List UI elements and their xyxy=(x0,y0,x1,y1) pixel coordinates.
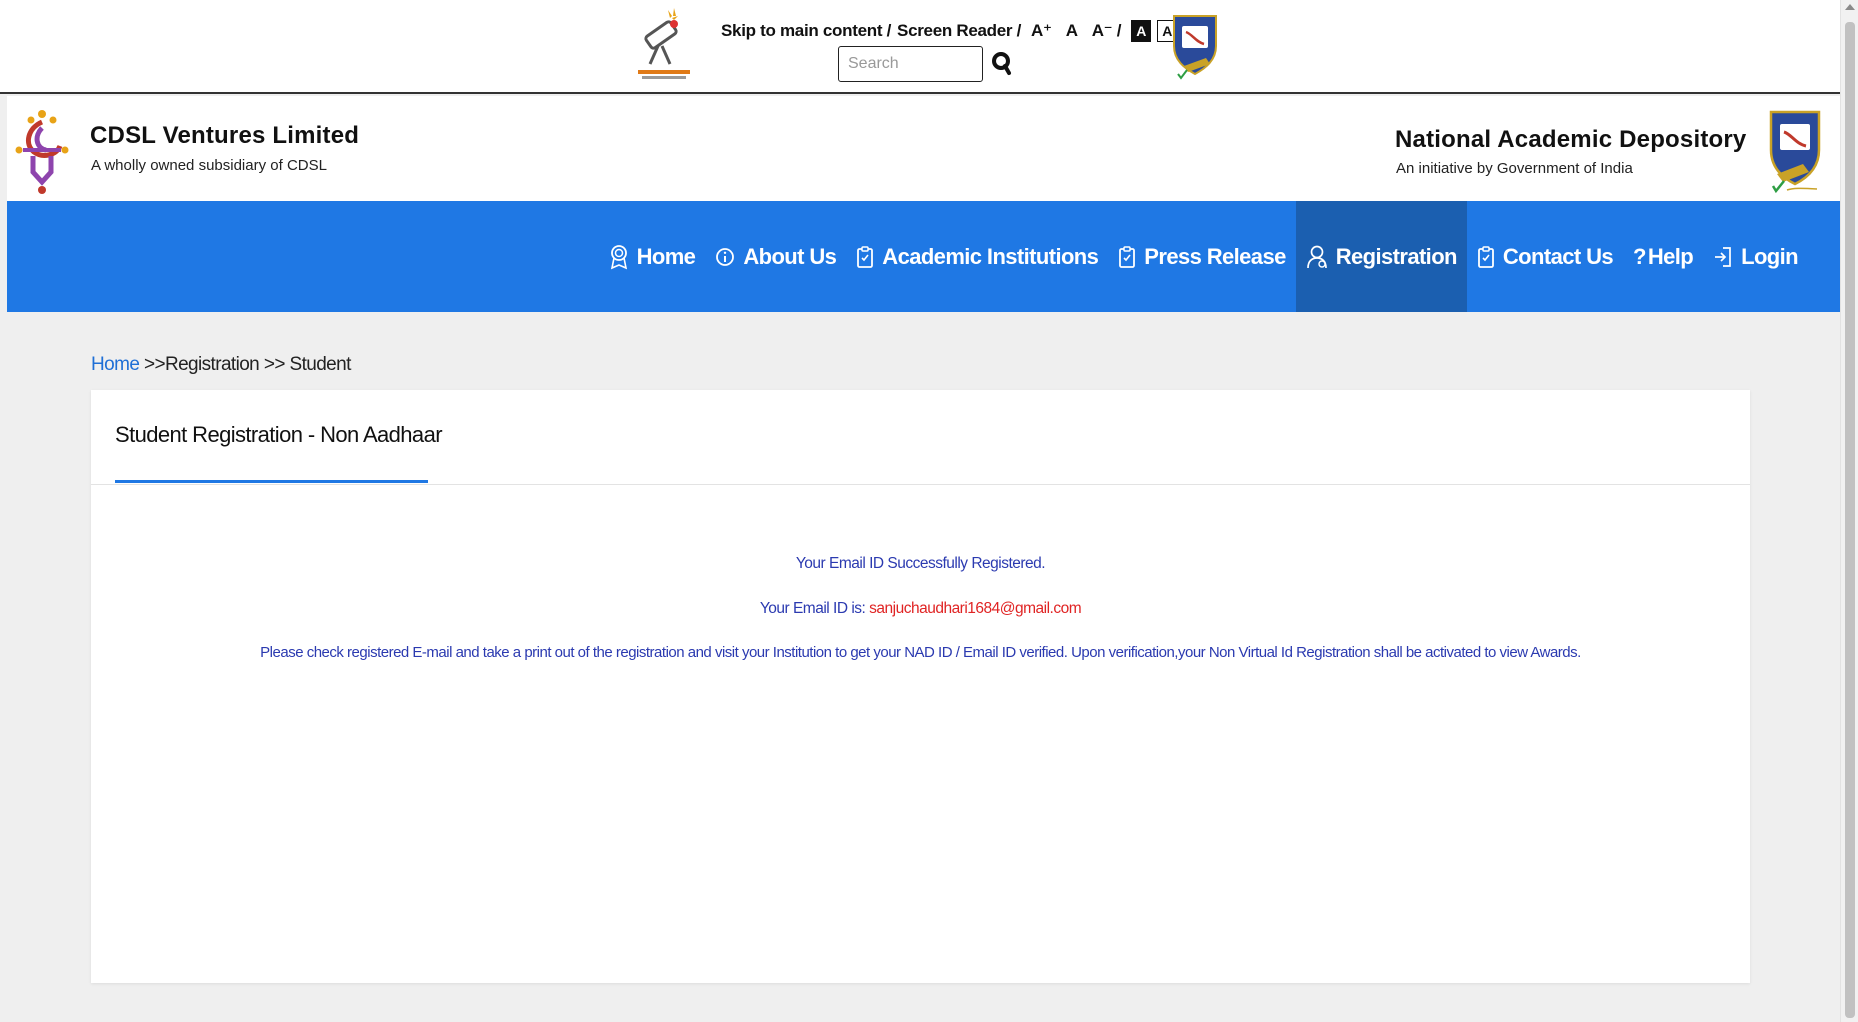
email-message: Your Email ID is: sanjuchaudhari1684@gma… xyxy=(91,600,1750,618)
font-normal-button[interactable]: A xyxy=(1062,21,1082,41)
page-background: Skip to main content / Screen Reader / A… xyxy=(0,0,1840,1022)
nad-telescope-logo xyxy=(638,8,690,79)
breadcrumb-home-link[interactable]: Home xyxy=(91,354,140,375)
accessibility-links: Skip to main content / Screen Reader / A… xyxy=(721,18,1178,44)
screen-reader-link[interactable]: Screen Reader / xyxy=(897,21,1021,41)
success-message: Your Email ID Successfully Registered. xyxy=(795,555,1046,572)
question-icon: ? xyxy=(1633,243,1646,269)
instruction-message: Please check registered E-mail and take … xyxy=(260,644,1581,661)
award-icon xyxy=(610,244,627,269)
scrollbar-thumb[interactable] xyxy=(1845,22,1855,1018)
clipboard-icon xyxy=(1119,245,1136,268)
nav-item-login[interactable]: Login xyxy=(1703,201,1808,312)
nav-item-label: Contact Us xyxy=(1502,243,1614,269)
company-name: CDSL Ventures Limited xyxy=(90,122,360,149)
search-input[interactable] xyxy=(838,46,983,82)
nav-item-label: Registration xyxy=(1335,243,1458,269)
nav-item-about-us[interactable]: About Us xyxy=(705,201,846,312)
nav-item-label: Login xyxy=(1741,243,1798,269)
card-header: Student Registration - Non Aadhaar xyxy=(91,390,1750,485)
vertical-scrollbar[interactable] xyxy=(1840,0,1858,1022)
nav-item-label: Home xyxy=(636,243,696,269)
nav-item-academic-institutions[interactable]: Academic Institutions xyxy=(846,201,1108,312)
nad-tagline: An initiative by Government of India xyxy=(1396,160,1633,177)
font-decrease-button[interactable]: A⁻ / xyxy=(1088,21,1126,41)
search-icon[interactable] xyxy=(990,50,1014,78)
scroll-up-arrow-icon[interactable] xyxy=(1845,4,1855,10)
card-title: Student Registration - Non Aadhaar xyxy=(115,422,443,447)
email-value: sanjuchaudhari1684@gmail.com xyxy=(869,600,1082,617)
clipboard-icon xyxy=(857,245,874,268)
nav-item-label: Press Release xyxy=(1144,243,1286,269)
breadcrumb-trail: >>Registration >> Student xyxy=(139,354,351,375)
nav-item-help[interactable]: ? Help xyxy=(1623,201,1703,312)
nad-emblem-logo xyxy=(1769,110,1821,194)
nad-emblem-logo xyxy=(1173,15,1217,80)
company-tagline: A wholly owned subsidiary of CDSL xyxy=(91,157,327,174)
nav-item-home[interactable]: Home xyxy=(599,201,706,312)
nav-item-press-release[interactable]: Press Release xyxy=(1108,201,1295,312)
breadcrumb: Home >>Registration >> Student xyxy=(91,354,351,376)
font-increase-button[interactable]: A⁺ xyxy=(1027,21,1056,41)
nad-name: National Academic Depository xyxy=(1395,126,1747,153)
cdsl-ventures-logo xyxy=(15,110,69,194)
nav-item-label: About Us xyxy=(743,243,837,269)
user-icon xyxy=(1306,245,1327,268)
nav-item-contact-us[interactable]: Contact Us xyxy=(1467,201,1623,312)
main-navbar: Home About Us Academic Institutions Pres… xyxy=(7,201,1840,312)
nav-item-label: Help xyxy=(1647,243,1694,269)
nav-item-label: Academic Institutions xyxy=(882,243,1099,269)
email-label: Your Email ID is: xyxy=(759,600,870,617)
info-icon xyxy=(716,247,735,266)
registration-card: Student Registration - Non Aadhaar Your … xyxy=(91,390,1750,983)
nav-item-registration[interactable]: Registration xyxy=(1295,201,1467,312)
skip-to-main-link[interactable]: Skip to main content / xyxy=(721,21,891,41)
tab-student-registration[interactable]: Student Registration - Non Aadhaar xyxy=(115,390,443,483)
login-icon xyxy=(1715,246,1731,267)
brand-header: CDSL Ventures Limited A wholly owned sub… xyxy=(7,96,1840,201)
clipboard-icon xyxy=(1477,245,1494,268)
dark-contrast-button[interactable]: A xyxy=(1131,20,1152,42)
accessibility-bar: Skip to main content / Screen Reader / A… xyxy=(0,0,1840,94)
